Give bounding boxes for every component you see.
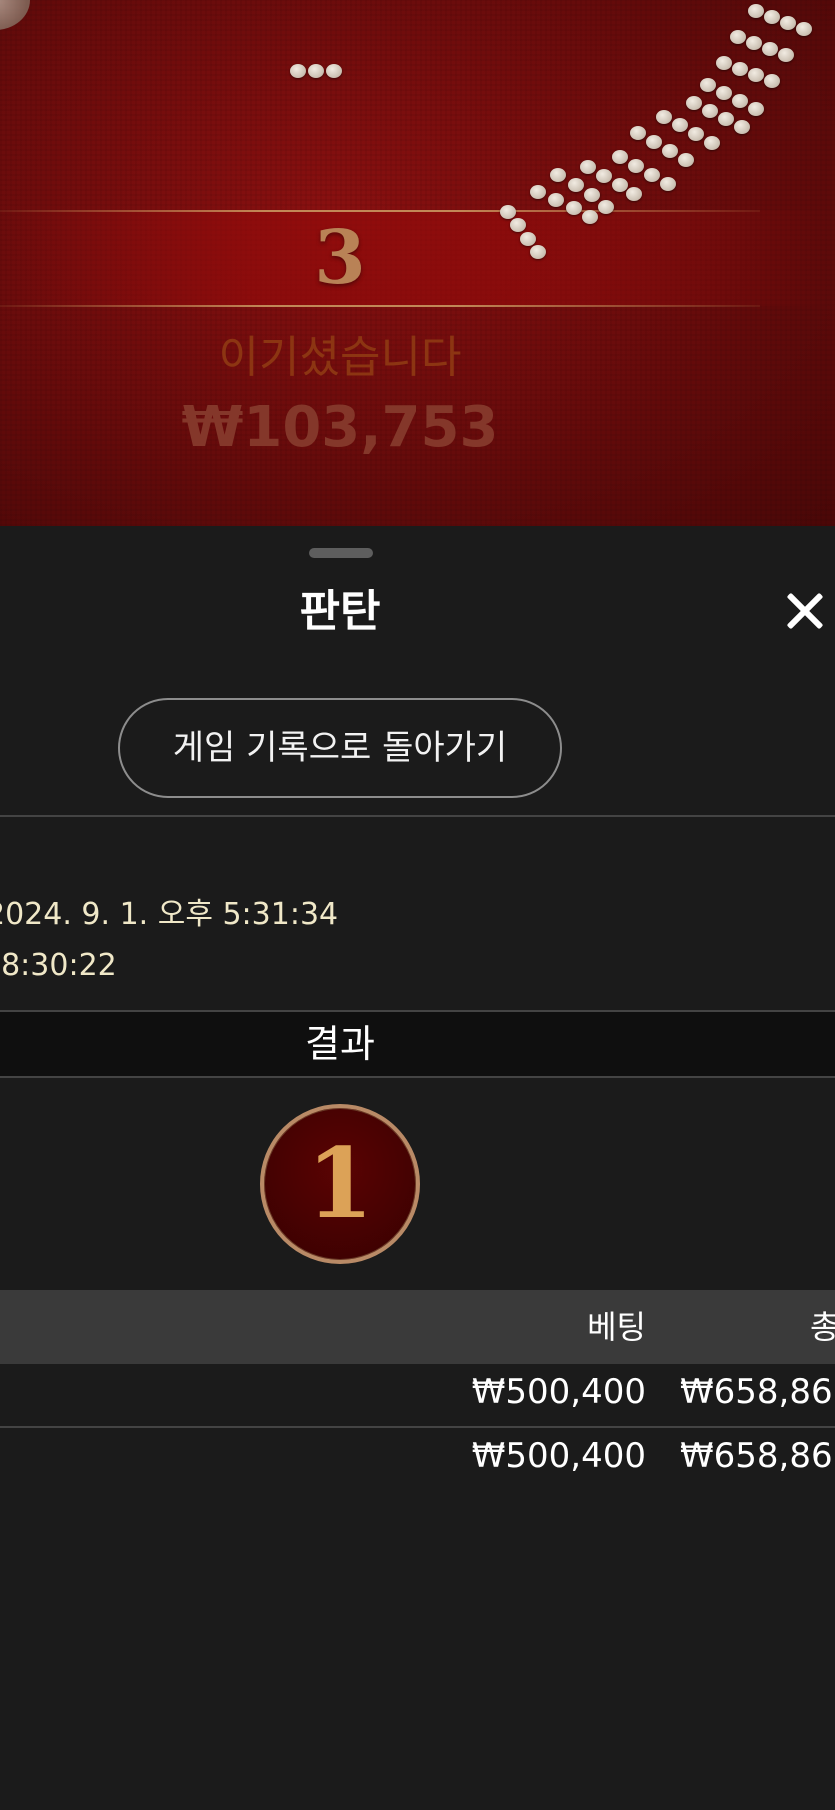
bead bbox=[716, 86, 732, 100]
bead bbox=[500, 205, 516, 219]
bead bbox=[326, 64, 342, 78]
divider bbox=[0, 1076, 835, 1078]
bead bbox=[510, 218, 526, 232]
column-header-total: 총 bbox=[810, 1308, 835, 1346]
bead bbox=[612, 150, 628, 164]
bead bbox=[308, 64, 324, 78]
bead bbox=[520, 232, 536, 246]
bead bbox=[290, 64, 306, 78]
bead bbox=[550, 168, 566, 182]
round-detail-sheet: 판탄 게임 기록으로 돌아가기 2024. 9. 1. 오후 5:31:34 1… bbox=[0, 526, 835, 1810]
bead bbox=[662, 144, 678, 158]
bead bbox=[748, 68, 764, 82]
bead bbox=[530, 245, 546, 259]
row-bet-amount: ₩500,400 bbox=[471, 1436, 646, 1476]
game-result-number: 3 bbox=[314, 215, 366, 301]
bead bbox=[778, 48, 794, 62]
bead bbox=[630, 126, 646, 140]
sheet-title: 판탄 bbox=[299, 586, 381, 637]
bead bbox=[596, 169, 612, 183]
bead bbox=[796, 22, 812, 36]
bead bbox=[762, 42, 778, 56]
bead bbox=[646, 135, 662, 149]
bead bbox=[584, 188, 600, 202]
bead bbox=[734, 120, 750, 134]
bead bbox=[656, 110, 672, 124]
bead bbox=[764, 10, 780, 24]
bead bbox=[700, 78, 716, 92]
row-bet-amount: ₩500,400 bbox=[471, 1372, 646, 1412]
result-coin: 1 bbox=[260, 1104, 420, 1264]
sheet-drag-handle[interactable] bbox=[309, 548, 373, 558]
bead bbox=[568, 178, 584, 192]
bead bbox=[672, 118, 688, 132]
round-time: 18:30:22 bbox=[0, 948, 117, 983]
row-total-amount: ₩658,86 bbox=[680, 1436, 833, 1476]
bead bbox=[582, 210, 598, 224]
bead bbox=[764, 74, 780, 88]
result-band bbox=[0, 210, 835, 306]
bead bbox=[686, 96, 702, 110]
bead bbox=[746, 36, 762, 50]
bead bbox=[748, 102, 764, 116]
win-amount: ₩103,753 bbox=[181, 395, 499, 460]
bets-table-header: 베팅 총 bbox=[0, 1290, 835, 1364]
result-coin-value: 1 bbox=[306, 1127, 374, 1240]
back-to-history-button[interactable]: 게임 기록으로 돌아가기 bbox=[118, 698, 562, 798]
bead bbox=[660, 177, 676, 191]
bead bbox=[732, 94, 748, 108]
close-icon[interactable] bbox=[780, 586, 830, 636]
bead bbox=[716, 56, 732, 70]
bead bbox=[566, 201, 582, 215]
bead bbox=[718, 112, 734, 126]
row-total-amount: ₩658,86 bbox=[680, 1372, 833, 1412]
column-header-bet: 베팅 bbox=[587, 1308, 646, 1346]
bead bbox=[702, 104, 718, 118]
result-section-header: 결과 bbox=[0, 1012, 835, 1076]
bead bbox=[612, 178, 628, 192]
win-message: 이기셨습니다 bbox=[218, 332, 462, 383]
bead bbox=[688, 127, 704, 141]
bead bbox=[548, 193, 564, 207]
bead bbox=[580, 160, 596, 174]
bead bbox=[780, 16, 796, 30]
bead bbox=[704, 136, 720, 150]
result-section-label: 결과 bbox=[305, 1022, 375, 1066]
bead bbox=[748, 4, 764, 18]
game-view: 3 이기셨습니다 ₩103,753 bbox=[0, 0, 835, 526]
bead bbox=[628, 159, 644, 173]
bead bbox=[644, 168, 660, 182]
bead bbox=[530, 185, 546, 199]
bead bbox=[626, 187, 642, 201]
bead bbox=[598, 200, 614, 214]
band-line-bottom bbox=[0, 305, 760, 307]
bead bbox=[678, 153, 694, 167]
round-datetime: 2024. 9. 1. 오후 5:31:34 bbox=[0, 897, 339, 932]
bead bbox=[730, 30, 746, 44]
divider bbox=[0, 1426, 835, 1428]
divider bbox=[0, 815, 835, 817]
band-line-top bbox=[0, 210, 760, 212]
bead bbox=[732, 62, 748, 76]
